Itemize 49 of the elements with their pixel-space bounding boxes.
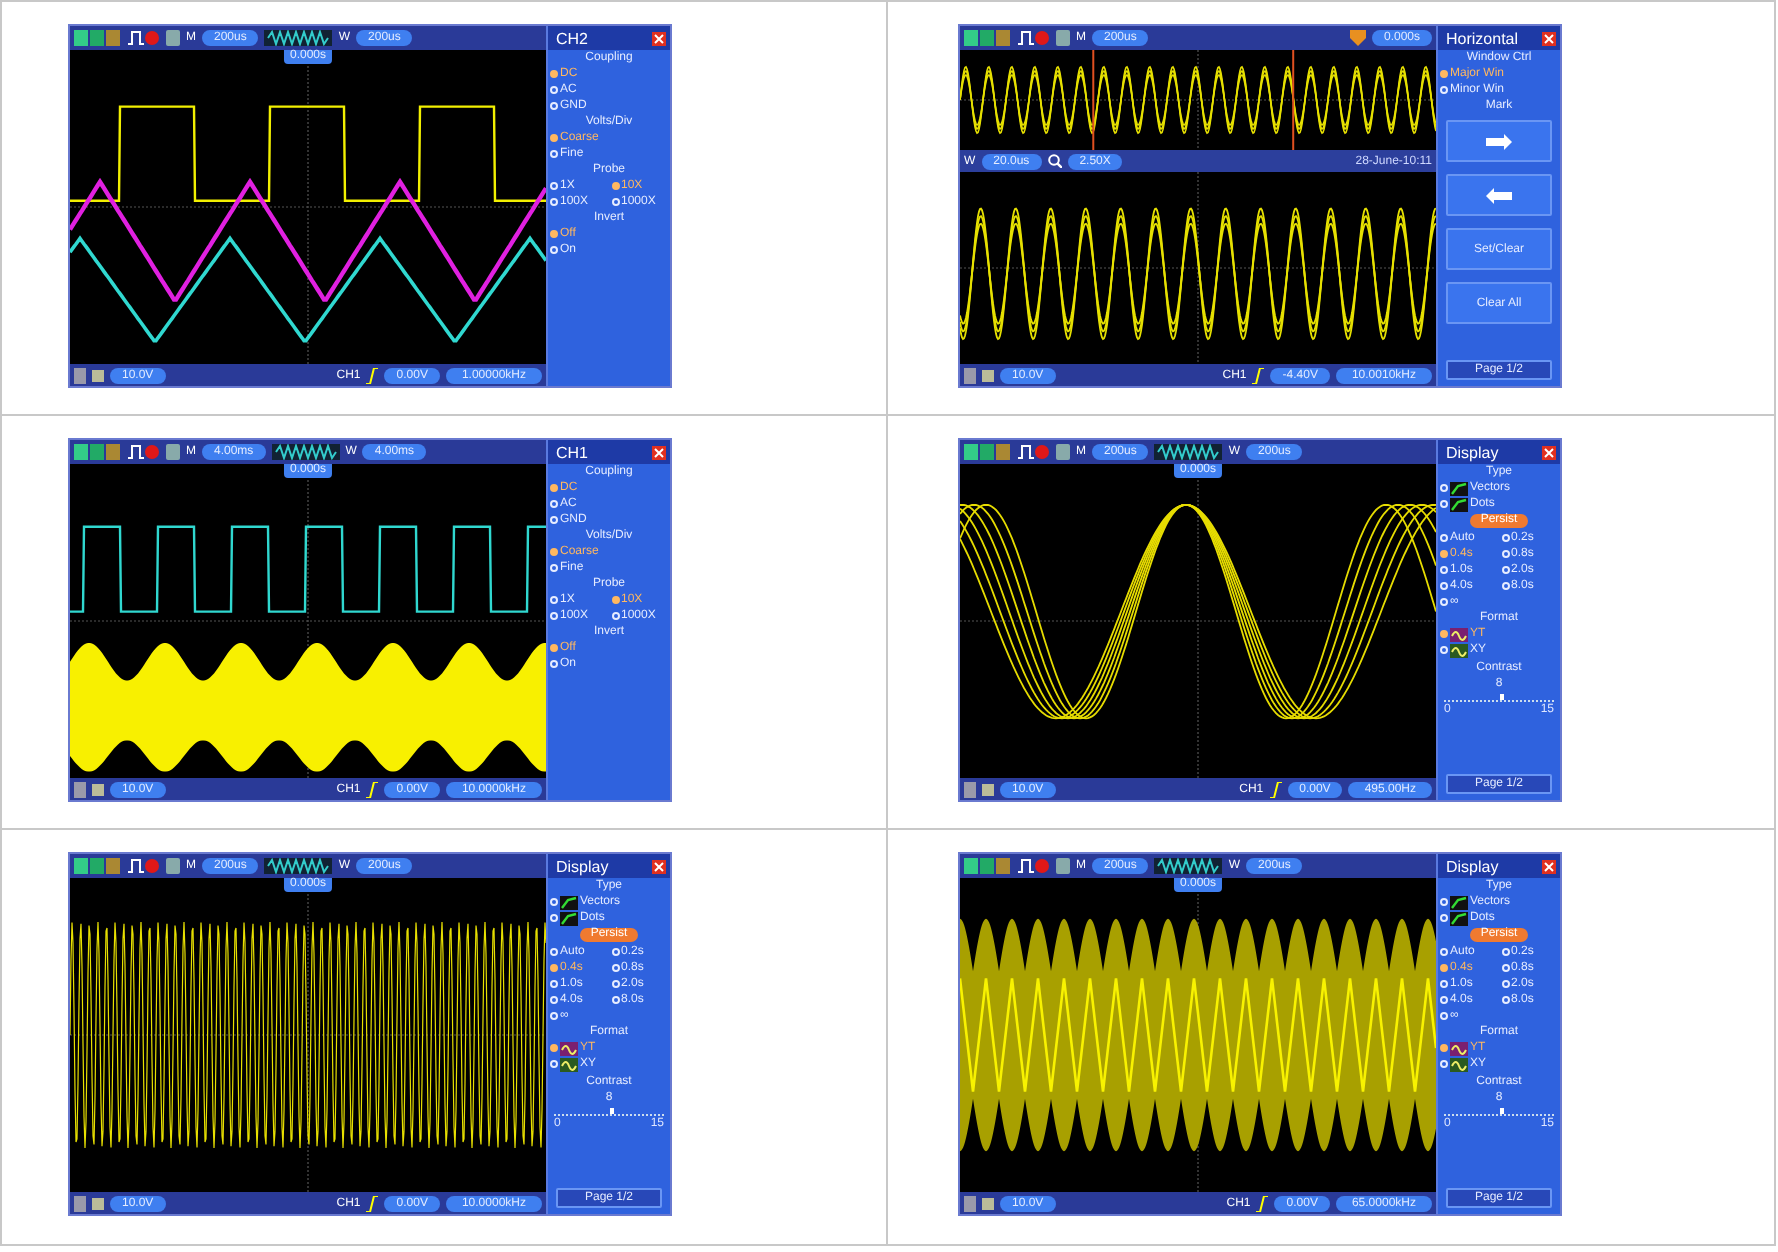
rising-edge-icon: [366, 781, 379, 797]
slider-thumb[interactable]: [1500, 1108, 1505, 1114]
slider-thumb[interactable]: [1500, 694, 1505, 700]
close-icon: [1542, 445, 1556, 459]
close-icon: [652, 445, 666, 459]
window-cursor: [1292, 50, 1295, 150]
rising-edge-icon: [1256, 1195, 1269, 1211]
menu-title: CH2: [556, 29, 589, 47]
trigger-state-icon: [128, 30, 160, 46]
status-icons: [964, 30, 1012, 46]
trigger-state-icon: [1018, 858, 1050, 874]
memory-bar-icon: [1154, 444, 1223, 460]
rising-edge-icon: [1252, 367, 1265, 383]
status-icons: [964, 858, 1012, 874]
menu-title: Display: [1446, 443, 1499, 461]
trigger-position-icon: [1349, 30, 1366, 46]
trigger-state-icon: [1018, 30, 1050, 46]
menu-title: Display: [1446, 857, 1499, 875]
menu-title: Display: [556, 857, 609, 875]
menu-title: CH1: [556, 443, 589, 461]
slider-track[interactable]: [554, 1108, 664, 1116]
close-icon: [652, 31, 666, 45]
memory-bar-icon: [264, 30, 333, 46]
menu-title: Horizontal: [1446, 29, 1519, 47]
slider-thumb[interactable]: [610, 1108, 615, 1114]
status-icons: [74, 30, 122, 46]
arrow-icon: [1486, 187, 1512, 203]
status-icons: [74, 858, 122, 874]
memory-bar-icon: [271, 444, 340, 460]
status-icons: [964, 444, 1012, 460]
arrow-button[interactable]: [1446, 174, 1552, 216]
close-icon: [1542, 859, 1556, 873]
slider-track[interactable]: [1444, 694, 1554, 702]
arrow-button[interactable]: [1446, 120, 1552, 162]
trigger-state-icon: [128, 444, 160, 460]
status-icons: [74, 444, 122, 460]
close-icon: [652, 859, 666, 873]
rising-edge-icon: [366, 1195, 379, 1211]
trigger-state-icon: [1018, 444, 1050, 460]
memory-bar-icon: [1154, 858, 1223, 874]
zoom-icon: [1047, 154, 1062, 168]
window-cursor: [1092, 50, 1095, 150]
arrow-icon: [1486, 133, 1512, 149]
rising-edge-icon: [1269, 781, 1282, 797]
close-icon: [1542, 31, 1556, 45]
rising-edge-icon: [366, 367, 379, 383]
trigger-state-icon: [128, 858, 160, 874]
memory-bar-icon: [264, 858, 333, 874]
slider-track[interactable]: [1444, 1108, 1554, 1116]
